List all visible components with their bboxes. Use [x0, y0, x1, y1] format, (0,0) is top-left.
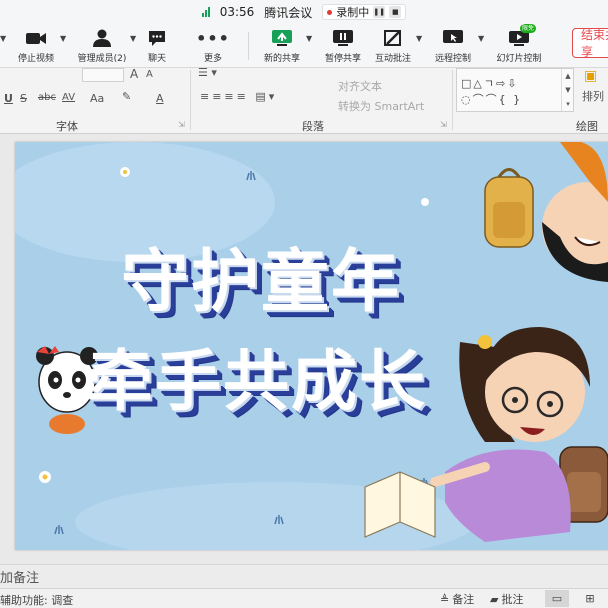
status-bar: 辅助功能: 调查 ≜ 备注 ▰ 批注 ▭ ⊞ — [0, 588, 608, 608]
slide-sorter-icon: ⊞ — [585, 592, 595, 605]
notes-toggle-button[interactable]: ≜ 备注 — [440, 591, 474, 607]
slide-control-button[interactable]: 限免 幻灯片控制 — [494, 24, 544, 68]
slide-control-label: 幻灯片控制 — [496, 54, 542, 64]
convert-smartart-button[interactable]: 转换为 SmartArt — [338, 98, 424, 114]
meeting-status-row: 03:56 腾讯会议 录制中 ❚❚ ■ — [0, 3, 608, 21]
share-icon — [271, 28, 293, 48]
remote-control-button[interactable]: 远程控制 — [432, 28, 474, 68]
free-badge: 限免 — [520, 24, 537, 33]
dialog-launcher-icon[interactable]: ⇲ — [178, 120, 185, 129]
slide-canvas[interactable]: 守护童年 牵手共成长 — [15, 142, 608, 550]
ribbon-divider — [452, 70, 453, 130]
accessibility-status[interactable]: 辅助功能: 调查 — [0, 592, 73, 608]
more-label: 更多 — [203, 54, 222, 64]
remote-control-icon — [442, 28, 464, 48]
chevron-down-icon[interactable]: ▼ — [130, 34, 136, 43]
stop-video-button[interactable]: 停止视频 — [14, 28, 58, 68]
chevron-down-icon[interactable]: ▼ — [306, 34, 312, 43]
shrink-font-button[interactable]: A — [146, 69, 153, 80]
pause-share-icon — [332, 28, 354, 48]
notes-icon: ≜ — [440, 592, 450, 606]
record-dot-icon — [327, 9, 333, 15]
meeting-time: 03:56 — [219, 5, 255, 19]
ribbon-divider — [190, 70, 191, 130]
pause-share-button[interactable]: 暂停共享 — [322, 28, 364, 68]
recording-label: 录制中 — [336, 6, 370, 19]
pause-recording-icon[interactable]: ❚❚ — [373, 6, 386, 18]
comments-toggle-button[interactable]: ▰ 批注 — [490, 591, 523, 607]
shapes-row-2: ◌⌒⌒{ } — [461, 93, 523, 106]
members-icon — [92, 28, 112, 48]
shapes-gallery[interactable]: □△ㄱ⇨⇩ ◌⌒⌒{ } ▲ ▼ ▾ — [456, 68, 574, 112]
arrange-button[interactable]: 排列 — [582, 88, 604, 104]
change-case-button[interactable]: Aa — [90, 92, 104, 105]
comment-icon: ▰ — [490, 592, 499, 606]
annotate-label: 互动批注 — [374, 54, 411, 64]
new-share-button[interactable]: 新的共享 — [262, 28, 302, 68]
slide-control-icon: 限免 — [508, 24, 537, 48]
chevron-down-icon[interactable]: ▼ — [0, 34, 6, 43]
remote-control-label: 远程控制 — [434, 54, 471, 64]
chat-icon — [148, 28, 166, 48]
slide-title-line-2[interactable]: 牵手共成长 — [87, 328, 427, 424]
notes-placeholder[interactable]: 加备注 — [0, 567, 39, 586]
comments-toggle-label: 批注 — [501, 593, 524, 606]
align-text-button[interactable]: 对齐文本 — [338, 78, 382, 94]
normal-view-button[interactable]: ▭ — [545, 590, 569, 607]
manage-members-button[interactable]: 管理成员(2) — [74, 28, 130, 68]
slide-workspace: 守护童年 牵手共成长 — [0, 134, 608, 564]
strikethrough-button[interactable]: abc — [38, 92, 56, 103]
chat-button[interactable]: 聊天 — [142, 28, 172, 68]
chevron-down-icon[interactable]: ▼ — [416, 34, 422, 43]
ribbon: A A U S abc AV Aa ✎ A 字体 ⇲ ☰ ▾ ≡≡≡≡ ▤▾ 对… — [0, 66, 608, 134]
grow-font-button[interactable]: A — [130, 67, 138, 81]
drawing-group-label: 绘图 — [576, 120, 598, 133]
more-icon: ••• — [196, 28, 230, 48]
highlight-icon[interactable]: ✎ — [122, 90, 131, 103]
bullets-icon[interactable]: ☰ ▾ — [198, 66, 217, 79]
pause-share-label: 暂停共享 — [324, 54, 361, 64]
meeting-tools: ▼ 停止视频 ▼ 管理成员(2) ▼ 聊天 ••• 更多 新的共享 ▼ 暂停共享… — [0, 24, 608, 68]
new-share-label: 新的共享 — [263, 54, 300, 64]
gallery-scroll[interactable]: ▲ ▼ ▾ — [561, 69, 574, 111]
strike-s-button[interactable]: S — [20, 92, 27, 105]
slide-title-line-1[interactable]: 守护童年 — [121, 226, 401, 325]
meeting-toolbar: 03:56 腾讯会议 录制中 ❚❚ ■ ▼ 停止视频 ▼ 管理成员(2) ▼ 聊… — [0, 0, 608, 68]
notes-toggle-label: 备注 — [452, 593, 475, 606]
signal-icon — [201, 7, 210, 17]
manage-members-label: 管理成员(2) — [77, 54, 127, 64]
font-size-box[interactable] — [82, 68, 124, 82]
slide-sorter-button[interactable]: ⊞ — [578, 590, 602, 607]
notes-pane[interactable]: 加备注 — [0, 564, 608, 588]
font-group-label: 字体 — [56, 120, 78, 133]
paragraph-group-label: 段落 — [302, 120, 324, 133]
more-button[interactable]: ••• 更多 — [196, 28, 230, 68]
chat-label: 聊天 — [147, 54, 166, 64]
font-color-button[interactable]: A — [156, 92, 164, 105]
arrange-icon[interactable]: ▣ — [584, 68, 597, 84]
recording-indicator[interactable]: 录制中 ❚❚ ■ — [322, 4, 407, 20]
align-icons[interactable]: ≡≡≡≡ ▤▾ — [200, 90, 277, 103]
char-spacing-button[interactable]: AV — [62, 92, 75, 103]
camera-icon — [25, 28, 47, 48]
normal-view-icon: ▭ — [551, 592, 563, 605]
underline-button[interactable]: U — [4, 92, 13, 105]
stop-recording-icon[interactable]: ■ — [389, 6, 402, 18]
chevron-down-icon[interactable]: ▼ — [60, 34, 66, 43]
annotate-button[interactable]: 互动批注 — [372, 28, 414, 68]
chevron-down-icon[interactable]: ▼ — [478, 34, 484, 43]
app-name: 腾讯会议 — [264, 5, 313, 20]
end-share-button[interactable]: 结束共享 — [572, 28, 608, 59]
annotate-icon — [383, 28, 403, 48]
shapes-row-1: □△ㄱ⇨⇩ — [461, 77, 519, 90]
dialog-launcher-icon[interactable]: ⇲ — [440, 120, 447, 129]
stop-video-label: 停止视频 — [17, 54, 54, 64]
toolbar-divider — [248, 32, 249, 60]
